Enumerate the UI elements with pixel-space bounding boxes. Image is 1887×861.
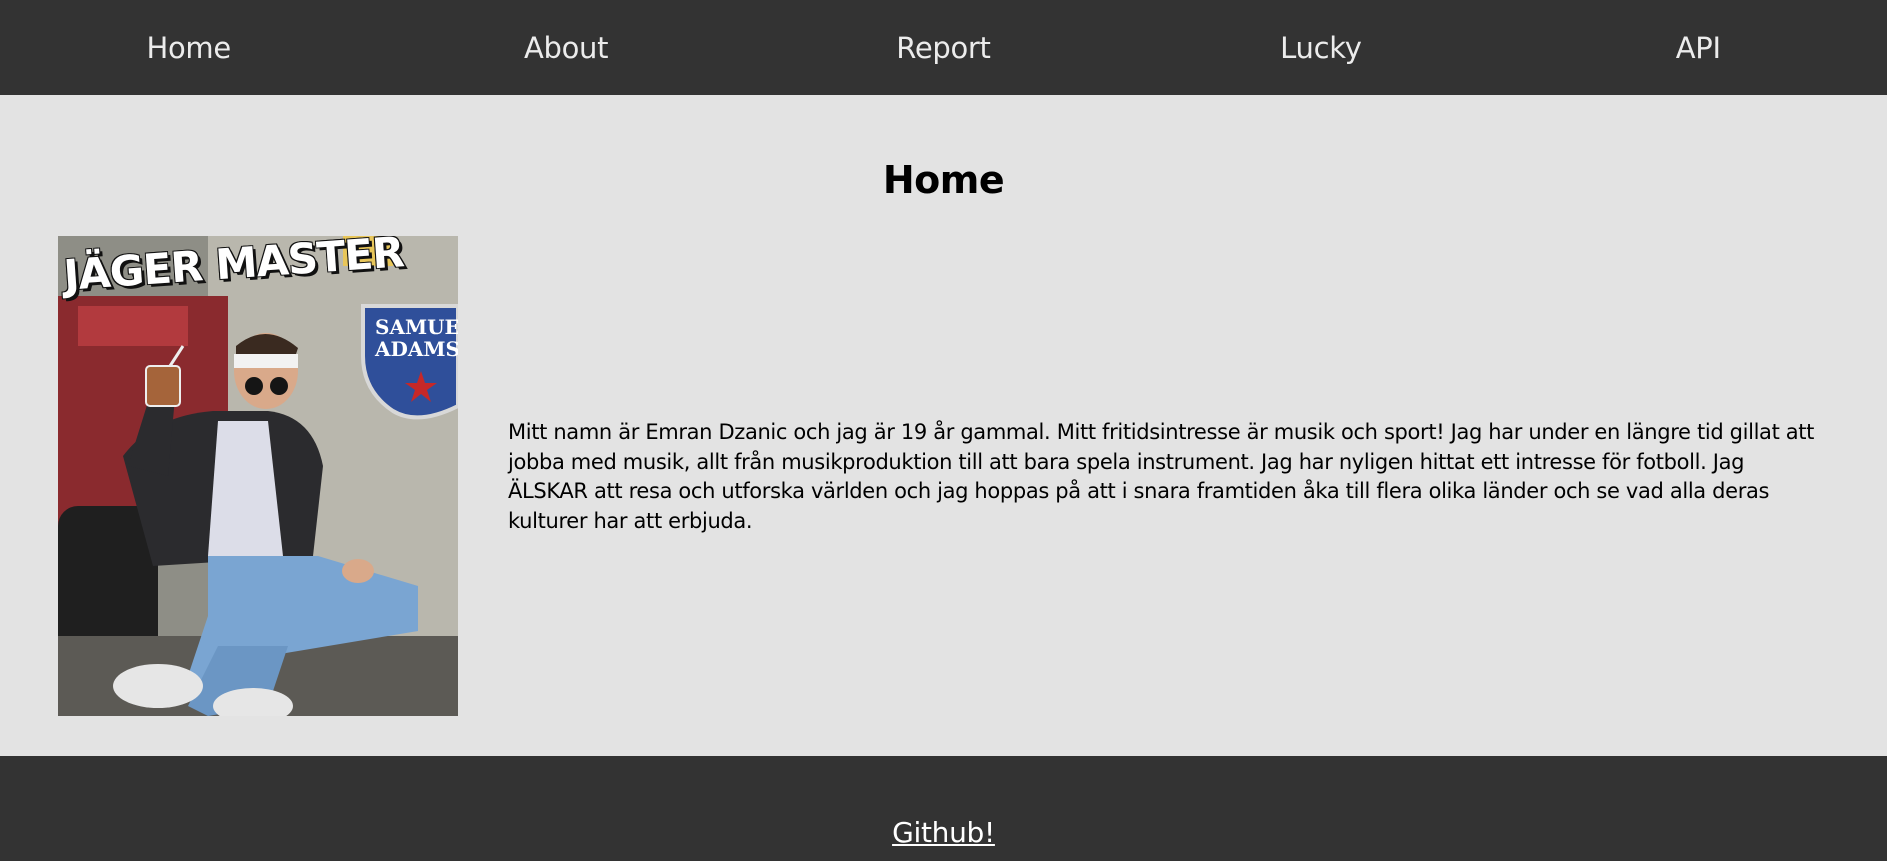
github-link[interactable]: Github! <box>0 816 1887 849</box>
nav-home-link[interactable]: Home <box>3 31 375 65</box>
bio-text: Mitt namn är Emran Dzanic och jag är 19 … <box>508 420 1815 533</box>
nav-about-link[interactable]: About <box>380 31 752 65</box>
nav-report-link[interactable]: Report <box>757 31 1129 65</box>
nav-api-link[interactable]: API <box>1512 31 1884 65</box>
footer: Github! <box>0 756 1887 861</box>
nav-lucky-link[interactable]: Lucky <box>1135 31 1507 65</box>
profile-photo-illustration <box>58 236 458 716</box>
page-title: Home <box>882 158 1005 202</box>
profile-photo: JÄGER MASTER SAMUE ADAMS <box>58 236 458 716</box>
main-nav: Home About Report Lucky API <box>0 0 1887 95</box>
sign-text: SAMUE ADAMS <box>375 315 458 361</box>
